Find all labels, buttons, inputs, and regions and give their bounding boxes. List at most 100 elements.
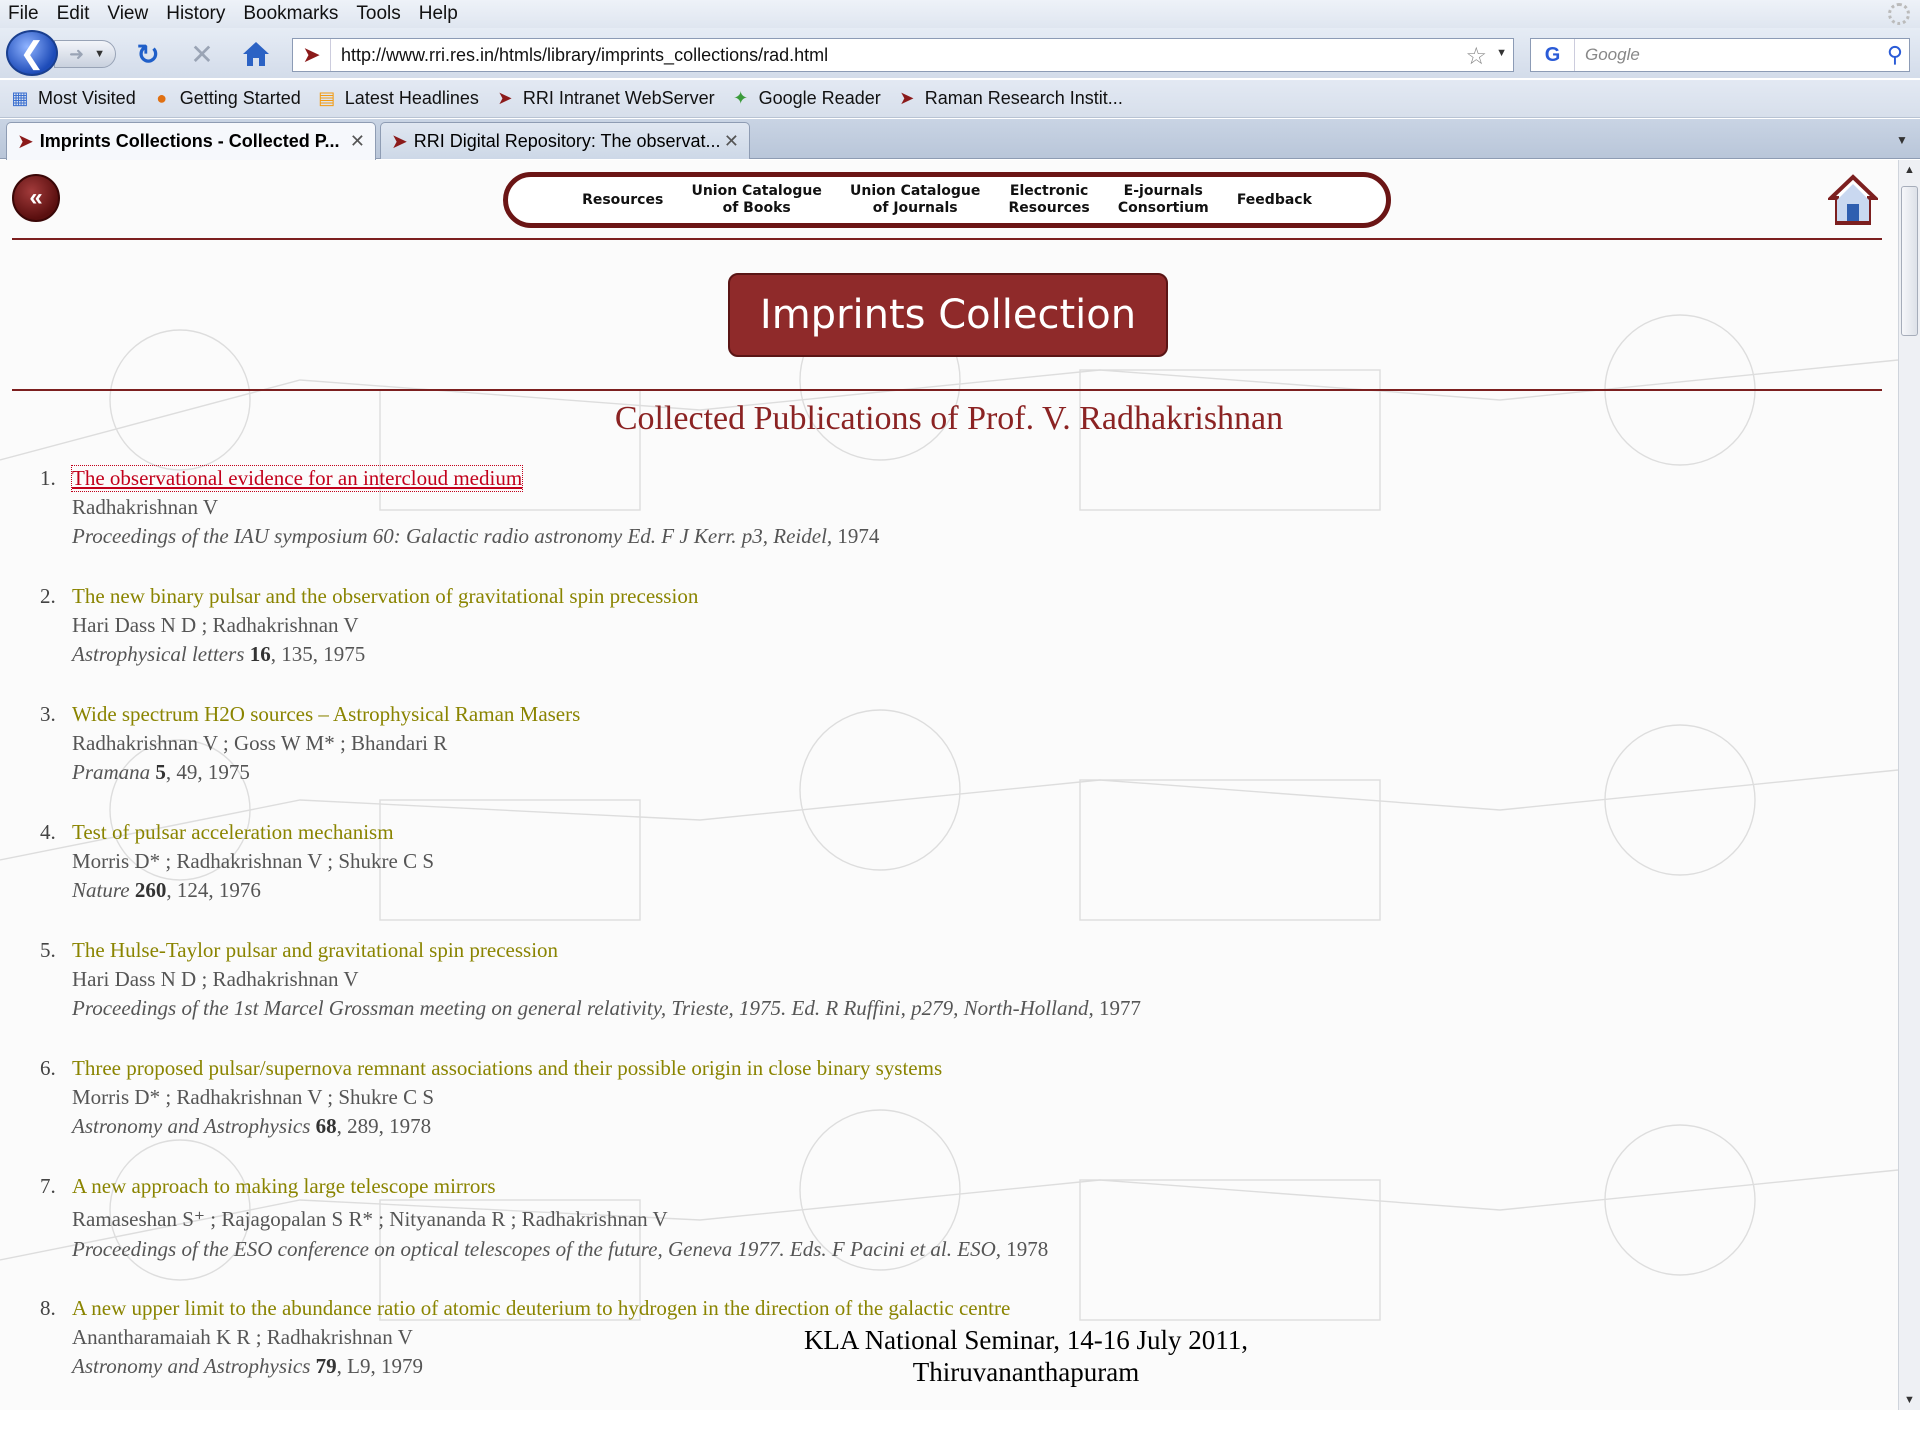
publication-authors: Radhakrishnan V ; Goss W M* ; Bhandari R	[72, 731, 448, 755]
publication-title-link[interactable]: Test of pulsar acceleration mechanism	[72, 820, 394, 845]
tab-imprints-collections[interactable]: ➤ Imprints Collections - Collected P... …	[6, 122, 376, 160]
reload-button[interactable]: ↻	[132, 38, 164, 70]
google-reader-icon: ✦	[733, 88, 749, 108]
stop-button[interactable]: ✕	[186, 38, 218, 70]
scrollbar-thumb[interactable]	[1901, 186, 1918, 336]
navigation-toolbar: ➜ ▼ ❮ ↻ ✕ ➤ http://www.rri.res.in/htmls/…	[0, 28, 1920, 78]
tab-label: Imprints Collections - Collected P...	[39, 131, 340, 151]
tab-rri-digital-repository[interactable]: ➤ RRI Digital Repository: The observat..…	[380, 122, 750, 159]
nav-union-catalogue-books[interactable]: Union Catalogue of Books	[691, 183, 821, 217]
publication-title-link[interactable]: Three proposed pulsar/supernova remnant …	[72, 1056, 942, 1081]
bookmark-label: Latest Headlines	[344, 88, 479, 108]
rri-logo-icon: ➤	[391, 130, 408, 153]
item-number: 7.	[40, 1174, 56, 1198]
bookmark-raman-research[interactable]: ➤ Raman Research Instit...	[895, 88, 1123, 110]
scroll-up-arrow-icon[interactable]: ▲	[1904, 164, 1915, 176]
publication-authors: Morris D* ; Radhakrishnan V ; Shukre C S	[72, 1085, 435, 1109]
publication-title-link[interactable]: Wide spectrum H2O sources – Astrophysica…	[72, 702, 580, 727]
menu-history[interactable]: History	[166, 3, 225, 25]
search-engine-google-icon[interactable]: G	[1531, 39, 1575, 71]
menu-tools[interactable]: Tools	[356, 3, 400, 25]
nav-electronic-resources[interactable]: Electronic Resources	[1009, 183, 1090, 217]
menu-file[interactable]: File	[8, 3, 39, 25]
site-back-button[interactable]: «	[12, 174, 60, 222]
close-tab-icon[interactable]: ✕	[724, 131, 739, 152]
caption-line-2: Thiruvananthapuram	[912, 1357, 1140, 1387]
banner-divider	[12, 389, 1882, 391]
nav-resources[interactable]: Resources	[582, 192, 663, 209]
list-all-tabs-icon[interactable]: ▼	[1890, 127, 1914, 153]
publication-citation: Proceedings of the ESO conference on opt…	[72, 1237, 1049, 1261]
publication-title-link[interactable]: The new binary pulsar and the observatio…	[72, 584, 698, 609]
item-number: 2.	[40, 584, 56, 608]
back-arrow-icon: ❮	[19, 36, 45, 70]
address-bar[interactable]: ➤ http://www.rri.res.in/htmls/library/im…	[292, 38, 1514, 72]
url-dropdown-icon[interactable]: ▼	[1496, 47, 1507, 59]
item-number: 8.	[40, 1296, 56, 1320]
publication-authors: Hari Dass N D ; Radhakrishnan V	[72, 967, 359, 991]
caption-line-1: KLA National Seminar, 14-16 July 2011,	[803, 1325, 1249, 1355]
nav-union-catalogue-journals[interactable]: Union Catalogue of Journals	[850, 183, 980, 217]
nav-feedback[interactable]: Feedback	[1237, 192, 1312, 209]
search-icon[interactable]: ⚲	[1887, 42, 1903, 68]
library-nav-menu: Resources Union Catalogue of Books Union …	[503, 172, 1391, 228]
history-dropdown-icon[interactable]: ▼	[94, 48, 105, 60]
close-tab-icon[interactable]: ✕	[350, 131, 365, 152]
bookmark-rri-intranet[interactable]: ➤ RRI Intranet WebServer	[493, 88, 715, 110]
rri-logo-icon: ➤	[497, 88, 513, 108]
banner-text: Imprints Collection	[759, 292, 1137, 338]
bookmark-star-icon[interactable]: ☆	[1465, 42, 1487, 71]
item-number: 6.	[40, 1056, 56, 1080]
bookmark-label: Most Visited	[38, 88, 136, 108]
search-placeholder[interactable]: Google	[1585, 45, 1640, 65]
rss-icon: ▤	[318, 88, 336, 108]
publication-authors: Morris D* ; Radhakrishnan V ; Shukre C S	[72, 849, 435, 873]
bookmark-latest-headlines[interactable]: ▤ Latest Headlines	[315, 88, 479, 110]
publication-citation: Astrophysical letters 16, 135, 1975	[72, 642, 366, 666]
double-chevron-left-icon: «	[29, 184, 43, 211]
publication-authors: Ramaseshan S⁺ ; Rajagopalan S R* ; Nitya…	[72, 1207, 668, 1231]
menu-edit[interactable]: Edit	[57, 3, 90, 25]
forward-arrow-icon: ➜	[69, 43, 85, 64]
publication-title-link[interactable]: A new approach to making large telescope…	[72, 1174, 496, 1199]
item-number: 1.	[40, 466, 56, 490]
tab-label: RRI Digital Repository: The observat...	[413, 130, 721, 151]
bookmark-label: RRI Intranet WebServer	[522, 88, 715, 108]
forward-button[interactable]: ➜ ▼	[54, 40, 116, 68]
search-box[interactable]: G Google ⚲	[1530, 38, 1910, 72]
page-content: « Resources Union Catalogue of Books Unio…	[0, 160, 1898, 1410]
publication-citation: Astronomy and Astrophysics 79, L9, 1979	[72, 1354, 423, 1378]
publication-citation: Proceedings of the IAU symposium 60: Gal…	[72, 524, 880, 548]
menu-view[interactable]: View	[107, 3, 148, 25]
vertical-scrollbar[interactable]: ▲ ▼	[1898, 160, 1920, 1410]
site-home-icon[interactable]	[1828, 174, 1878, 226]
menu-bookmarks[interactable]: Bookmarks	[243, 3, 338, 25]
bookmark-google-reader[interactable]: ✦ Google Reader	[729, 88, 881, 110]
site-identity-icon[interactable]: ➤	[293, 39, 331, 71]
bookmarks-toolbar: ▦ Most Visited ● Getting Started ▤ Lates…	[0, 80, 1920, 118]
publication-citation: Proceedings of the 1st Marcel Grossman m…	[72, 996, 1141, 1020]
back-button[interactable]: ❮	[6, 30, 58, 76]
menu-bar: File Edit View History Bookmarks Tools H…	[0, 0, 1920, 28]
publication-title-link[interactable]: A new upper limit to the abundance ratio…	[72, 1296, 1010, 1321]
publication-title-link[interactable]: The observational evidence for an interc…	[70, 465, 524, 492]
item-number: 5.	[40, 938, 56, 962]
bookmark-label: Raman Research Instit...	[924, 88, 1123, 108]
bookmark-most-visited[interactable]: ▦ Most Visited	[8, 88, 136, 110]
publication-title-link[interactable]: The Hulse-Taylor pulsar and gravitationa…	[72, 938, 558, 963]
activity-throbber-icon	[1888, 3, 1910, 25]
imprints-collection-banner: Imprints Collection	[728, 273, 1168, 357]
nav-ejournals-consortium[interactable]: E-journals Consortium	[1118, 183, 1209, 217]
url-text[interactable]: http://www.rri.res.in/htmls/library/impr…	[341, 45, 828, 66]
bookmark-label: Getting Started	[179, 88, 301, 108]
item-number: 3.	[40, 702, 56, 726]
bookmark-getting-started[interactable]: ● Getting Started	[150, 88, 301, 110]
rri-logo-icon: ➤	[17, 131, 34, 153]
seminar-caption: KLA National Seminar, 14-16 July 2011, T…	[736, 1324, 1316, 1388]
stop-icon: ✕	[190, 38, 214, 70]
home-icon	[243, 42, 269, 66]
home-button[interactable]	[240, 38, 272, 70]
publication-authors: Radhakrishnan V	[72, 495, 219, 519]
scroll-down-arrow-icon[interactable]: ▼	[1904, 1394, 1915, 1406]
menu-help[interactable]: Help	[419, 3, 458, 25]
